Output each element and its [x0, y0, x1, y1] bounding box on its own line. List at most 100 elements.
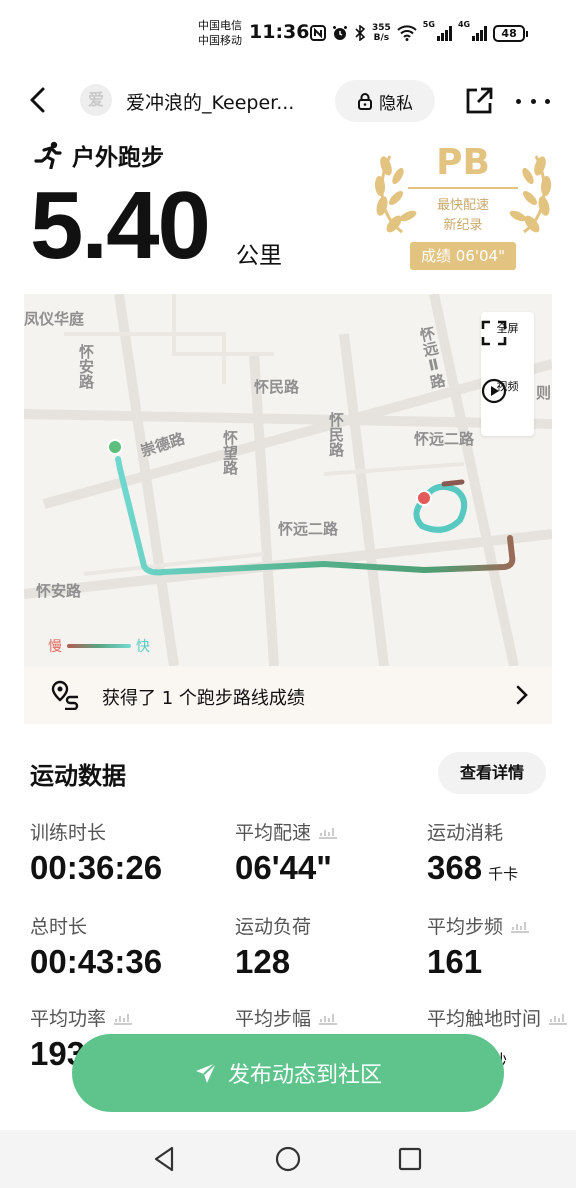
publish-to-community-button[interactable]: 发布动态到社区	[72, 1034, 504, 1112]
metric-total-time: 总时长 00:43:36	[30, 912, 162, 981]
map-label: 怀望路	[221, 430, 239, 475]
avatar[interactable]: 爱	[80, 84, 112, 116]
fullscreen-button[interactable]: 全屏	[481, 320, 534, 346]
metric-label: 平均触地时间	[427, 1008, 542, 1030]
header: 爱 爱冲浪的_Keeper... 隐私	[0, 72, 576, 130]
pb-line-1: 最快配速	[436, 198, 489, 213]
legend-gradient	[67, 644, 131, 648]
metric-avg-stride[interactable]: 平均步幅	[235, 1004, 339, 1035]
route-achievement-row[interactable]: 获得了 1 个跑步路线成绩	[24, 666, 552, 724]
pb-badge[interactable]: PB 最快配速 新纪录 成绩 06'04"	[372, 136, 554, 272]
section-title: 运动数据	[30, 762, 126, 790]
wifi-icon	[397, 25, 417, 41]
map-label: 怀安路	[77, 344, 95, 389]
chevron-right-icon	[516, 685, 528, 705]
user-name[interactable]: 爱冲浪的_Keeper...	[126, 88, 294, 115]
back-icon[interactable]	[22, 84, 54, 116]
lock-icon	[358, 93, 372, 110]
nav-home-icon[interactable]	[273, 1144, 303, 1174]
metric-value: 06'44"	[235, 849, 332, 886]
privacy-button[interactable]: 隐私	[335, 80, 435, 122]
metric-training-load: 运动负荷 128	[235, 912, 311, 981]
metric-label: 平均步频	[427, 916, 504, 938]
nfc-icon	[310, 25, 326, 41]
signal-icon	[436, 25, 452, 41]
carrier-1: 中国电信	[198, 19, 242, 32]
running-icon	[34, 141, 62, 169]
map-label: 怀远二路	[278, 520, 339, 538]
trend-chart-icon	[319, 1013, 338, 1025]
legend-fast: 快	[136, 639, 150, 655]
route-map[interactable]: 凤仪华庭 怀安路 怀民路 怀远Ⅱ路 崇德路 怀望路 怀民路 怀远二路 怀远二路 …	[24, 294, 552, 666]
metric-label: 运动负荷	[235, 916, 312, 938]
publish-label: 发布动态到社区	[227, 1063, 382, 1088]
metric-label: 总时长	[30, 916, 88, 938]
map-label: 凤仪华庭	[24, 310, 85, 328]
metric-unit: 千卡	[488, 865, 519, 883]
distance-unit: 公里	[236, 243, 282, 269]
metric-value: 128	[235, 943, 291, 980]
share-icon[interactable]	[464, 86, 494, 116]
metric-label: 平均配速	[235, 822, 312, 844]
map-roads	[24, 294, 552, 666]
trend-chart-icon	[114, 1013, 133, 1025]
metric-label: 训练时长	[30, 822, 107, 844]
status-icons: 355 B/s 5G 4G 48	[310, 20, 529, 46]
map-label: 怀民路	[327, 412, 345, 457]
map-label: 怀民路	[254, 378, 300, 396]
metric-value: 00:43:36	[30, 943, 163, 980]
map-label: 怀远二路	[414, 430, 475, 448]
carrier-2: 中国移动	[198, 34, 242, 47]
pb-score: 成绩 06'04"	[410, 242, 516, 270]
net-tag-4g: 4G	[457, 20, 471, 29]
fullscreen-icon	[481, 320, 507, 346]
metric-label: 运动消耗	[427, 822, 504, 844]
metric-training-time: 训练时长 00:36:26	[30, 818, 162, 887]
metric-label: 平均步幅	[235, 1008, 312, 1030]
net-speed-unit: B/s	[373, 33, 390, 43]
start-marker	[107, 439, 123, 455]
nav-back-icon[interactable]	[150, 1144, 180, 1174]
net-tag-5g: 5G	[422, 20, 435, 29]
carrier-info: 中国电信 中国移动	[198, 18, 242, 48]
metric-label: 平均功率	[30, 1008, 107, 1030]
play-icon	[481, 378, 507, 404]
bluetooth-icon	[355, 25, 366, 41]
battery-icon: 48	[493, 24, 529, 42]
trend-chart-icon	[511, 921, 530, 933]
send-icon	[195, 1062, 217, 1083]
legend-slow: 慢	[48, 639, 62, 655]
workout-type: 户外跑步	[34, 138, 164, 172]
signal-icon-2	[472, 25, 488, 41]
system-nav-bar	[0, 1130, 576, 1188]
map-label: 怀安路	[36, 582, 82, 600]
metric-avg-cadence[interactable]: 平均步频 161	[427, 912, 531, 981]
route-icon	[51, 680, 79, 710]
metric-avg-pace[interactable]: 平均配速 06'44"	[235, 818, 339, 887]
alarm-icon	[333, 26, 347, 40]
nav-recents-icon[interactable]	[395, 1144, 425, 1174]
more-icon[interactable]	[516, 86, 550, 116]
metric-calories: 运动消耗 368 千卡	[427, 818, 518, 887]
metric-value: 368	[427, 849, 483, 886]
route-path	[115, 456, 516, 576]
metric-value: 161	[427, 943, 483, 980]
view-details-button[interactable]: 查看详情	[438, 752, 546, 794]
map-controls: 全屏 视频	[481, 312, 534, 436]
trend-chart-icon	[319, 827, 338, 839]
trend-chart-icon	[549, 1013, 568, 1025]
pb-title: PB	[436, 142, 490, 183]
metric-value: 00:36:26	[30, 849, 163, 886]
route-achievement-text: 获得了 1 个跑步路线成绩	[102, 688, 305, 709]
pb-divider	[408, 187, 518, 189]
net-speed-value: 355	[372, 23, 391, 33]
workout-type-label: 户外跑步	[72, 145, 164, 171]
video-button[interactable]: 视频	[481, 378, 534, 404]
privacy-label: 隐私	[379, 93, 413, 114]
end-marker	[416, 490, 432, 506]
status-bar: 中国电信 中国移动 11:36 355 B/s 5G 4G 48	[0, 0, 576, 66]
map-label: 则	[536, 384, 552, 402]
pb-line-2: 新纪录	[443, 218, 483, 233]
distance-value: 5.40	[30, 172, 211, 279]
net-speed: 355 B/s	[372, 23, 391, 43]
